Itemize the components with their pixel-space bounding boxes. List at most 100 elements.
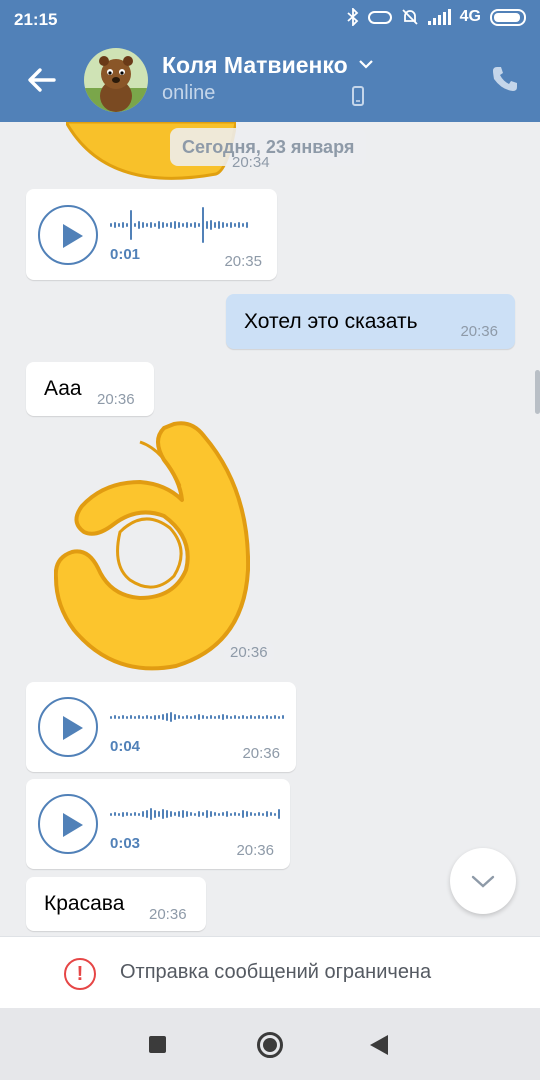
alarm-off-icon bbox=[402, 9, 418, 25]
waveform-bar bbox=[262, 812, 264, 816]
waveform-bar bbox=[194, 715, 196, 719]
recent-apps-icon[interactable] bbox=[149, 1036, 166, 1053]
waveform-bar bbox=[238, 812, 240, 816]
waveform-bar bbox=[198, 714, 200, 720]
waveform-bar bbox=[246, 222, 248, 228]
home-icon[interactable] bbox=[257, 1032, 283, 1058]
warning-icon: ! bbox=[64, 958, 96, 990]
waveform-bar bbox=[178, 811, 180, 817]
waveform-bar bbox=[130, 715, 132, 719]
voice-duration: 0:01 bbox=[110, 246, 141, 263]
message-time: 20:36 bbox=[242, 745, 280, 762]
waveform-bar bbox=[130, 812, 132, 816]
waveform-bar bbox=[162, 222, 164, 228]
waveform-bar bbox=[258, 812, 260, 816]
message-list[interactable]: Сегодня, 23 января 20:34 0:01 20:35 Хоте… bbox=[0, 122, 540, 936]
waveform[interactable] bbox=[110, 203, 248, 247]
waveform-bar bbox=[110, 715, 112, 719]
outgoing-message: Хотел это сказать 20:36 bbox=[226, 294, 515, 349]
waveform-bar bbox=[150, 715, 152, 719]
waveform-bar bbox=[202, 812, 204, 816]
waveform-bar bbox=[134, 223, 136, 227]
waveform-bar bbox=[126, 715, 128, 719]
waveform-bar bbox=[246, 811, 248, 817]
waveform[interactable] bbox=[110, 792, 280, 836]
scroll-down-button[interactable] bbox=[450, 848, 516, 914]
waveform-bar bbox=[114, 715, 116, 719]
messaging-restricted-banner: ! Отправка сообщений ограничена bbox=[0, 936, 540, 1008]
waveform-bar bbox=[186, 715, 188, 719]
waveform-bar bbox=[266, 811, 268, 817]
waveform-bar bbox=[154, 810, 156, 818]
waveform-bar bbox=[174, 714, 176, 720]
waveform-bar bbox=[178, 222, 180, 228]
call-icon[interactable] bbox=[490, 64, 520, 94]
play-icon[interactable] bbox=[38, 697, 98, 757]
voice-duration: 0:03 bbox=[110, 835, 141, 852]
waveform-bar bbox=[122, 715, 124, 719]
waveform-bar bbox=[182, 223, 184, 227]
waveform-bar bbox=[142, 811, 144, 817]
waveform-bar bbox=[202, 207, 204, 243]
chevron-down-icon bbox=[471, 875, 495, 888]
waveform-bar bbox=[214, 222, 216, 228]
waveform-bar bbox=[134, 812, 136, 816]
message-time: 20:36 bbox=[149, 906, 187, 923]
waveform-bar bbox=[278, 809, 280, 819]
waveform-bar bbox=[234, 223, 236, 227]
waveform-bar bbox=[118, 715, 120, 719]
waveform-bar bbox=[150, 222, 152, 228]
waveform-bar bbox=[138, 812, 140, 816]
waveform-bar bbox=[154, 223, 156, 227]
waveform-bar bbox=[194, 812, 196, 816]
toggle-icon bbox=[367, 10, 392, 24]
incoming-message: Ааа 20:36 bbox=[26, 362, 154, 416]
contact-status: online bbox=[162, 82, 216, 104]
waveform-bar bbox=[278, 715, 280, 719]
waveform-bar bbox=[218, 812, 220, 816]
play-icon[interactable] bbox=[38, 794, 98, 854]
message-time: 20:36 bbox=[236, 842, 274, 859]
waveform-bar bbox=[210, 811, 212, 817]
back-arrow-icon[interactable] bbox=[22, 60, 62, 100]
waveform-bar bbox=[210, 715, 212, 719]
waveform-bar bbox=[126, 223, 128, 227]
message-text: Ааа bbox=[44, 377, 82, 400]
waveform-bar bbox=[158, 221, 160, 229]
waveform-bar bbox=[226, 811, 228, 817]
waveform-bar bbox=[274, 715, 276, 719]
battery-icon bbox=[490, 8, 526, 26]
waveform-bar bbox=[206, 810, 208, 818]
waveform-bar bbox=[150, 808, 152, 820]
waveform-bar bbox=[218, 715, 220, 719]
waveform-bar bbox=[238, 222, 240, 228]
waveform-bar bbox=[270, 812, 272, 816]
network-label: 4G bbox=[459, 8, 481, 25]
bluetooth-icon bbox=[347, 8, 358, 26]
waveform-bar bbox=[202, 715, 204, 719]
scroll-indicator[interactable] bbox=[535, 370, 540, 414]
waveform-bar bbox=[190, 812, 192, 816]
play-icon[interactable] bbox=[38, 205, 98, 265]
signal-icon bbox=[427, 9, 451, 25]
message-time: 20:35 bbox=[224, 253, 262, 270]
waveform-bar bbox=[146, 715, 148, 719]
nav-back-icon[interactable] bbox=[370, 1035, 388, 1055]
waveform-bar bbox=[170, 222, 172, 228]
waveform-bar bbox=[162, 809, 164, 819]
waveform-bar bbox=[166, 223, 168, 227]
waveform-bar bbox=[182, 810, 184, 818]
waveform-bar bbox=[230, 812, 232, 816]
waveform-bar bbox=[114, 222, 116, 228]
avatar[interactable] bbox=[84, 48, 148, 112]
waveform[interactable] bbox=[110, 695, 284, 739]
waveform-bar bbox=[218, 221, 220, 229]
waveform-bar bbox=[122, 222, 124, 228]
waveform-bar bbox=[146, 810, 148, 818]
message-text: Красава bbox=[44, 892, 125, 915]
waveform-bar bbox=[158, 715, 160, 719]
waveform-bar bbox=[230, 715, 232, 719]
chevron-down-icon[interactable] bbox=[358, 58, 374, 70]
waveform-bar bbox=[238, 715, 240, 719]
contact-name[interactable]: Коля Матвиенко bbox=[162, 52, 348, 79]
